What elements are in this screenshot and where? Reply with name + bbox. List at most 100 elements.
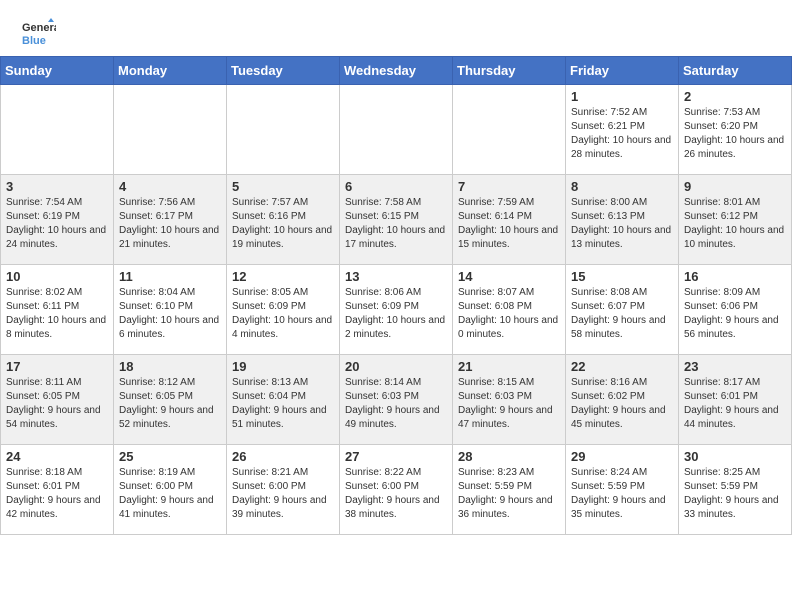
- day-number: 8: [571, 179, 673, 194]
- day-number: 20: [345, 359, 447, 374]
- day-info: Sunrise: 7:52 AM Sunset: 6:21 PM Dayligh…: [571, 106, 673, 162]
- day-number: 30: [684, 449, 786, 464]
- logo: General Blue: [20, 16, 56, 52]
- day-number: 18: [119, 359, 221, 374]
- calendar-cell: 30 Sunrise: 8:25 AM Sunset: 5:59 PM Dayli…: [679, 445, 792, 535]
- calendar-cell: 18Sunrise: 8:12 AM Sunset: 6:05 PM Dayli…: [114, 355, 227, 445]
- day-info: Sunrise: 7:59 AM Sunset: 6:14 PM Dayligh…: [458, 196, 560, 252]
- calendar-cell: 13 Sunrise: 8:06 AM Sunset: 6:09 PM Dayli…: [340, 265, 453, 355]
- day-info: Sunrise: 8:15 AM Sunset: 6:03 PM Dayligh…: [458, 376, 560, 432]
- calendar-cell: 4 Sunrise: 7:56 AM Sunset: 6:17 PM Daylig…: [114, 175, 227, 265]
- svg-text:General: General: [22, 22, 56, 34]
- day-info: Sunrise: 8:02 AM Sunset: 6:11 PM Dayligh…: [6, 286, 108, 342]
- calendar-cell: 17 Sunrise: 8:11 AM Sunset: 6:05 PM Dayli…: [1, 355, 114, 445]
- day-number: 14: [458, 269, 560, 284]
- calendar-cell: 8 Sunrise: 8:00 AM Sunset: 6:13 PM Daylig…: [566, 175, 679, 265]
- day-number: 1: [571, 89, 673, 104]
- calendar-cell: [1, 85, 114, 175]
- weekday-header-friday: Friday: [566, 57, 679, 85]
- day-number: 10: [6, 269, 108, 284]
- day-number: 26: [232, 449, 334, 464]
- calendar-cell: 7 Sunrise: 7:59 AM Sunset: 6:14 PM Daylig…: [453, 175, 566, 265]
- day-info: Sunrise: 7:56 AM Sunset: 6:17 PM Dayligh…: [119, 196, 221, 252]
- day-info: Sunrise: 8:19 AM Sunset: 6:00 PM Dayligh…: [119, 466, 221, 522]
- day-info: Sunrise: 8:01 AM Sunset: 6:12 PM Dayligh…: [684, 196, 786, 252]
- day-info: Sunrise: 8:07 AM Sunset: 6:08 PM Dayligh…: [458, 286, 560, 342]
- day-number: 21: [458, 359, 560, 374]
- weekday-header-thursday: Thursday: [453, 57, 566, 85]
- day-info: Sunrise: 7:53 AM Sunset: 6:20 PM Dayligh…: [684, 106, 786, 162]
- day-info: Sunrise: 8:16 AM Sunset: 6:02 PM Dayligh…: [571, 376, 673, 432]
- calendar-cell: [227, 85, 340, 175]
- day-number: 11: [119, 269, 221, 284]
- calendar-cell: 16 Sunrise: 8:09 AM Sunset: 6:06 PM Dayli…: [679, 265, 792, 355]
- day-info: Sunrise: 8:17 AM Sunset: 6:01 PM Dayligh…: [684, 376, 786, 432]
- calendar-cell: 3 Sunrise: 7:54 AM Sunset: 6:19 PM Daylig…: [1, 175, 114, 265]
- day-number: 16: [684, 269, 786, 284]
- day-info: Sunrise: 8:21 AM Sunset: 6:00 PM Dayligh…: [232, 466, 334, 522]
- day-info: Sunrise: 8:13 AM Sunset: 6:04 PM Dayligh…: [232, 376, 334, 432]
- calendar-cell: 29 Sunrise: 8:24 AM Sunset: 5:59 PM Dayli…: [566, 445, 679, 535]
- weekday-header-tuesday: Tuesday: [227, 57, 340, 85]
- day-number: 13: [345, 269, 447, 284]
- calendar-cell: 2 Sunrise: 7:53 AM Sunset: 6:20 PM Daylig…: [679, 85, 792, 175]
- day-number: 7: [458, 179, 560, 194]
- calendar-cell: 26 Sunrise: 8:21 AM Sunset: 6:00 PM Dayli…: [227, 445, 340, 535]
- day-number: 2: [684, 89, 786, 104]
- day-number: 23: [684, 359, 786, 374]
- day-info: Sunrise: 7:58 AM Sunset: 6:15 PM Dayligh…: [345, 196, 447, 252]
- weekday-header-saturday: Saturday: [679, 57, 792, 85]
- day-number: 27: [345, 449, 447, 464]
- day-number: 24: [6, 449, 108, 464]
- day-number: 22: [571, 359, 673, 374]
- day-info: Sunrise: 8:04 AM Sunset: 6:10 PM Dayligh…: [119, 286, 221, 342]
- day-info: Sunrise: 8:05 AM Sunset: 6:09 PM Dayligh…: [232, 286, 334, 342]
- weekday-header-sunday: Sunday: [1, 57, 114, 85]
- day-info: Sunrise: 8:11 AM Sunset: 6:05 PM Dayligh…: [6, 376, 108, 432]
- day-info: Sunrise: 8:24 AM Sunset: 5:59 PM Dayligh…: [571, 466, 673, 522]
- calendar-cell: 9 Sunrise: 8:01 AM Sunset: 6:12 PM Daylig…: [679, 175, 792, 265]
- day-info: Sunrise: 8:22 AM Sunset: 6:00 PM Dayligh…: [345, 466, 447, 522]
- calendar-cell: 19 Sunrise: 8:13 AM Sunset: 6:04 PM Dayli…: [227, 355, 340, 445]
- day-number: 6: [345, 179, 447, 194]
- weekday-header-monday: Monday: [114, 57, 227, 85]
- day-number: 5: [232, 179, 334, 194]
- weekday-header-wednesday: Wednesday: [340, 57, 453, 85]
- day-number: 17: [6, 359, 108, 374]
- calendar-cell: 28 Sunrise: 8:23 AM Sunset: 5:59 PM Dayli…: [453, 445, 566, 535]
- day-number: 19: [232, 359, 334, 374]
- day-info: Sunrise: 8:23 AM Sunset: 5:59 PM Dayligh…: [458, 466, 560, 522]
- calendar-cell: 25 Sunrise: 8:19 AM Sunset: 6:00 PM Dayli…: [114, 445, 227, 535]
- day-info: Sunrise: 8:25 AM Sunset: 5:59 PM Dayligh…: [684, 466, 786, 522]
- calendar-cell: 24Sunrise: 8:18 AM Sunset: 6:01 PM Dayli…: [1, 445, 114, 535]
- header: General Blue: [0, 0, 792, 56]
- day-info: Sunrise: 8:09 AM Sunset: 6:06 PM Dayligh…: [684, 286, 786, 342]
- logo-svg: General Blue: [20, 16, 56, 52]
- day-number: 25: [119, 449, 221, 464]
- day-info: Sunrise: 8:08 AM Sunset: 6:07 PM Dayligh…: [571, 286, 673, 342]
- calendar-cell: 21 Sunrise: 8:15 AM Sunset: 6:03 PM Dayli…: [453, 355, 566, 445]
- calendar-cell: 5 Sunrise: 7:57 AM Sunset: 6:16 PM Daylig…: [227, 175, 340, 265]
- day-info: Sunrise: 8:00 AM Sunset: 6:13 PM Dayligh…: [571, 196, 673, 252]
- calendar: SundayMondayTuesdayWednesdayThursdayFrid…: [0, 56, 792, 535]
- day-number: 4: [119, 179, 221, 194]
- calendar-cell: 23 Sunrise: 8:17 AM Sunset: 6:01 PM Dayli…: [679, 355, 792, 445]
- calendar-cell: 1 Sunrise: 7:52 AM Sunset: 6:21 PM Daylig…: [566, 85, 679, 175]
- svg-text:Blue: Blue: [22, 35, 46, 47]
- calendar-cell: 10 Sunrise: 8:02 AM Sunset: 6:11 PM Dayli…: [1, 265, 114, 355]
- calendar-cell: 6 Sunrise: 7:58 AM Sunset: 6:15 PM Daylig…: [340, 175, 453, 265]
- day-number: 29: [571, 449, 673, 464]
- calendar-cell: [340, 85, 453, 175]
- day-number: 9: [684, 179, 786, 194]
- day-number: 3: [6, 179, 108, 194]
- day-info: Sunrise: 8:14 AM Sunset: 6:03 PM Dayligh…: [345, 376, 447, 432]
- day-info: Sunrise: 7:57 AM Sunset: 6:16 PM Dayligh…: [232, 196, 334, 252]
- calendar-cell: [114, 85, 227, 175]
- day-info: Sunrise: 7:54 AM Sunset: 6:19 PM Dayligh…: [6, 196, 108, 252]
- calendar-cell: 22 Sunrise: 8:16 AM Sunset: 6:02 PM Dayli…: [566, 355, 679, 445]
- calendar-cell: 14 Sunrise: 8:07 AM Sunset: 6:08 PM Dayli…: [453, 265, 566, 355]
- day-info: Sunrise: 8:06 AM Sunset: 6:09 PM Dayligh…: [345, 286, 447, 342]
- day-number: 15: [571, 269, 673, 284]
- calendar-cell: 12Sunrise: 8:05 AM Sunset: 6:09 PM Dayli…: [227, 265, 340, 355]
- day-number: 28: [458, 449, 560, 464]
